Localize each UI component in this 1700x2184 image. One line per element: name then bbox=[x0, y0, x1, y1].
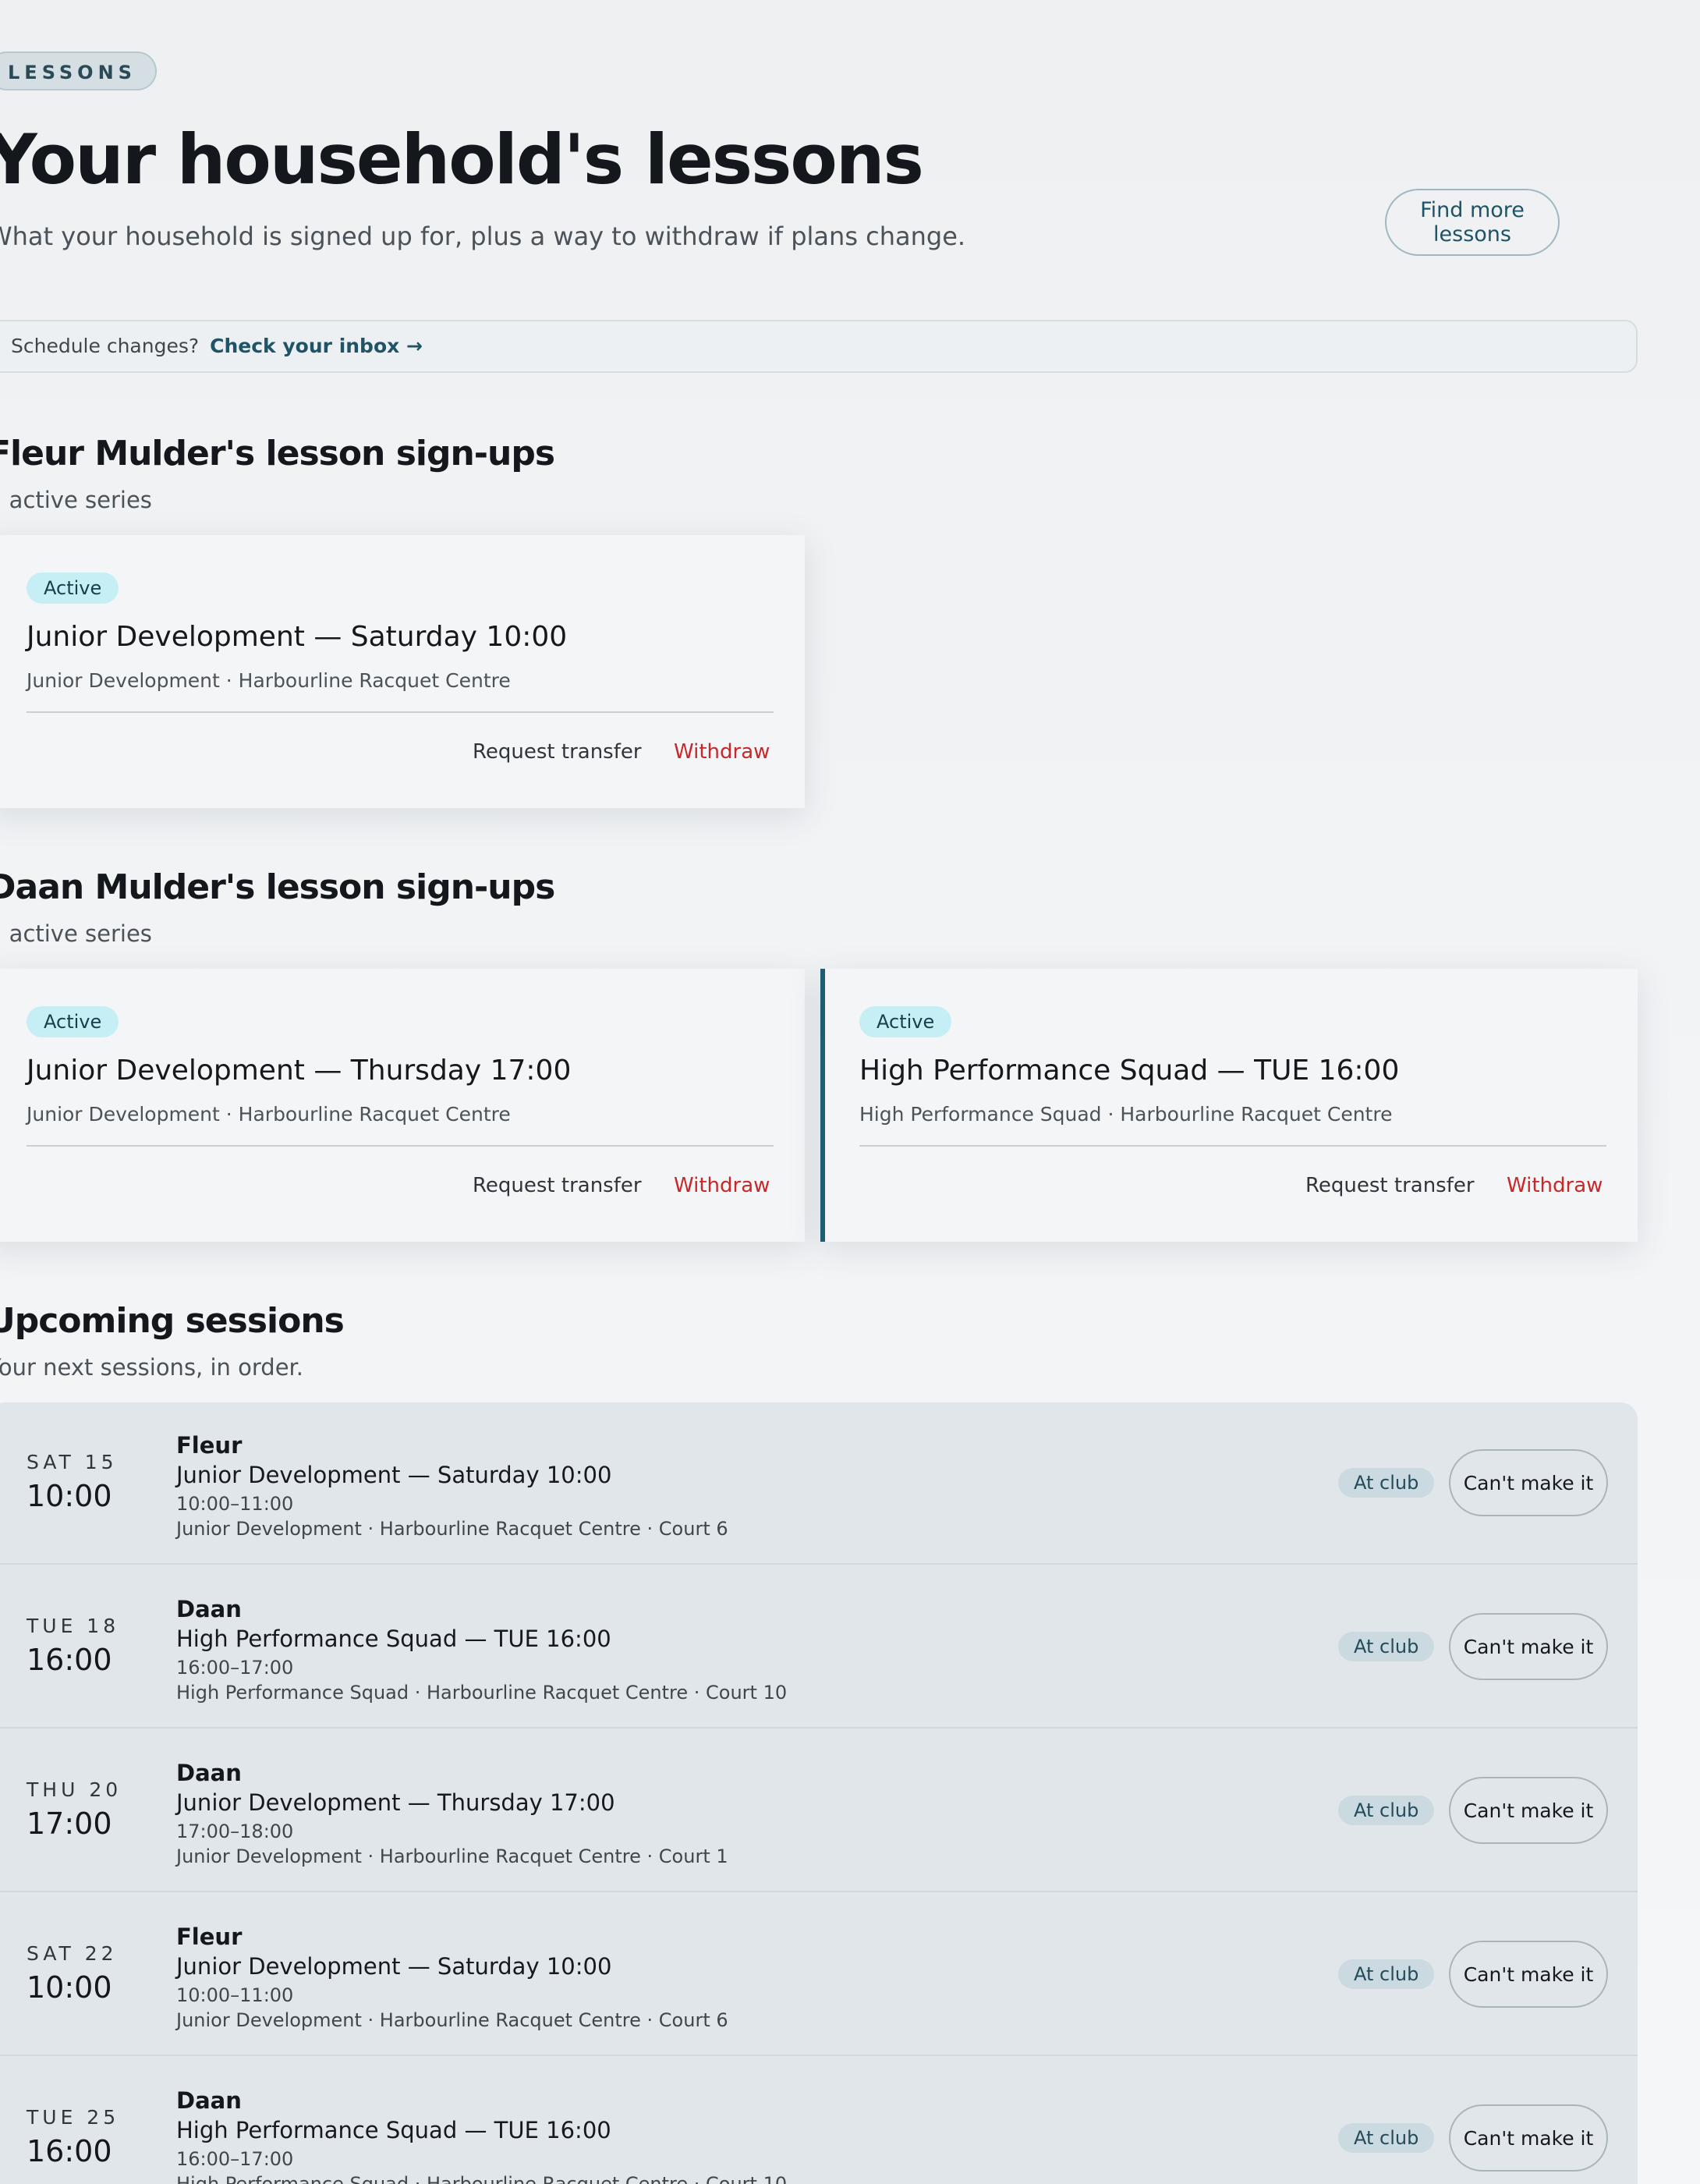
location-badge: At club bbox=[1338, 1796, 1435, 1825]
card-divider bbox=[27, 1145, 774, 1147]
cant-make-it-button[interactable]: Can't make it bbox=[1449, 2104, 1608, 2172]
schedule-notice-text: Schedule changes? bbox=[11, 335, 200, 357]
session-range: 17:00–18:00 bbox=[176, 1821, 294, 1842]
series-meta: Junior Development · Harbourline Racquet… bbox=[27, 1103, 511, 1126]
session-time: 10:00 bbox=[27, 1970, 112, 2005]
session-time: 16:00 bbox=[27, 2134, 112, 2168]
location-badge: At club bbox=[1338, 1959, 1435, 1989]
member-heading-daan: Daan Mulder's lesson sign-ups bbox=[0, 867, 555, 907]
series-card-highlighted: Active High Performance Squad — TUE 16:0… bbox=[820, 969, 1638, 1242]
session-lesson: Junior Development — Saturday 10:00 bbox=[176, 1953, 612, 1980]
cant-make-it-button[interactable]: Can't make it bbox=[1449, 1941, 1608, 2008]
series-meta: High Performance Squad · Harbourline Rac… bbox=[859, 1103, 1393, 1126]
request-transfer-button[interactable]: Request transfer bbox=[1301, 1173, 1479, 1198]
location-badge: At club bbox=[1338, 2123, 1435, 2153]
page-title: Your household's lessons bbox=[0, 119, 924, 200]
withdraw-button[interactable]: Withdraw bbox=[669, 739, 774, 764]
session-location: High Performance Squad · Harbourline Rac… bbox=[176, 2173, 788, 2184]
session-member: Daan bbox=[176, 1760, 242, 1786]
upcoming-subtitle: Your next sessions, in order. bbox=[0, 1354, 304, 1381]
session-member: Fleur bbox=[176, 1432, 243, 1459]
session-row: TUE 25 16:00 Daan High Performance Squad… bbox=[0, 2058, 1638, 2184]
request-transfer-button[interactable]: Request transfer bbox=[468, 739, 646, 764]
series-card: Active Junior Development — Saturday 10:… bbox=[0, 535, 805, 808]
session-member: Fleur bbox=[176, 1923, 243, 1950]
session-list: SAT 15 10:00 Fleur Junior Development — … bbox=[0, 1402, 1638, 2184]
withdraw-button[interactable]: Withdraw bbox=[1502, 1173, 1607, 1198]
session-location: High Performance Squad · Harbourline Rac… bbox=[176, 1682, 788, 1704]
session-location: Junior Development · Harbourline Racquet… bbox=[176, 1845, 728, 1867]
session-location: Junior Development · Harbourline Racquet… bbox=[176, 2009, 728, 2031]
series-title: High Performance Squad — TUE 16:00 bbox=[859, 1055, 1400, 1087]
session-range: 16:00–17:00 bbox=[176, 2148, 294, 2170]
check-inbox-link[interactable]: Check your inbox → bbox=[210, 335, 423, 357]
session-day: TUE 18 bbox=[27, 1615, 120, 1637]
location-badge: At club bbox=[1338, 1632, 1435, 1661]
upcoming-heading: Upcoming sessions bbox=[0, 1301, 345, 1341]
session-member: Daan bbox=[176, 2087, 242, 2114]
session-day: THU 20 bbox=[27, 1778, 122, 1801]
session-time: 10:00 bbox=[27, 1479, 112, 1513]
session-range: 10:00–11:00 bbox=[176, 1493, 294, 1515]
cant-make-it-button[interactable]: Can't make it bbox=[1449, 1449, 1608, 1516]
series-title: Junior Development — Saturday 10:00 bbox=[27, 621, 568, 653]
session-row: TUE 18 16:00 Daan High Performance Squad… bbox=[0, 1566, 1638, 1728]
session-day: TUE 25 bbox=[27, 2106, 120, 2129]
session-day: SAT 22 bbox=[27, 1942, 118, 1965]
withdraw-button[interactable]: Withdraw bbox=[669, 1173, 774, 1198]
session-range: 16:00–17:00 bbox=[176, 1657, 294, 1679]
series-card: Active Junior Development — Thursday 17:… bbox=[0, 969, 805, 1242]
session-location: Junior Development · Harbourline Racquet… bbox=[176, 1518, 728, 1540]
series-title: Junior Development — Thursday 17:00 bbox=[27, 1055, 572, 1087]
location-badge: At club bbox=[1338, 1468, 1435, 1498]
session-lesson: High Performance Squad — TUE 16:00 bbox=[176, 2117, 611, 2143]
status-badge: Active bbox=[27, 1006, 119, 1037]
session-range: 10:00–11:00 bbox=[176, 1984, 294, 2006]
session-member: Daan bbox=[176, 1596, 242, 1622]
section-eyebrow: LESSONS bbox=[0, 51, 157, 90]
card-divider bbox=[27, 711, 774, 713]
session-lesson: Junior Development — Saturday 10:00 bbox=[176, 1462, 612, 1488]
cant-make-it-button[interactable]: Can't make it bbox=[1449, 1613, 1608, 1680]
member-count-fleur: 1 active series bbox=[0, 487, 152, 513]
series-meta: Junior Development · Harbourline Racquet… bbox=[27, 669, 511, 692]
session-lesson: High Performance Squad — TUE 16:00 bbox=[176, 1626, 611, 1652]
status-badge: Active bbox=[859, 1006, 952, 1037]
session-lesson: Junior Development — Thursday 17:00 bbox=[176, 1789, 615, 1816]
find-more-lessons-button[interactable]: Find more lessons bbox=[1385, 189, 1560, 256]
session-time: 17:00 bbox=[27, 1806, 112, 1841]
session-row: SAT 15 10:00 Fleur Junior Development — … bbox=[0, 1402, 1638, 1565]
session-day: SAT 15 bbox=[27, 1451, 118, 1473]
card-divider bbox=[859, 1145, 1606, 1147]
schedule-notice: Schedule changes? Check your inbox → bbox=[0, 320, 1638, 373]
page-subtitle: What your household is signed up for, pl… bbox=[0, 222, 966, 251]
member-count-daan: 2 active series bbox=[0, 920, 152, 947]
session-row: SAT 22 10:00 Fleur Junior Development — … bbox=[0, 1894, 1638, 2056]
cant-make-it-button[interactable]: Can't make it bbox=[1449, 1777, 1608, 1844]
session-time: 16:00 bbox=[27, 1643, 112, 1677]
status-badge: Active bbox=[27, 573, 119, 604]
member-heading-fleur: Fleur Mulder's lesson sign-ups bbox=[0, 434, 555, 473]
request-transfer-button[interactable]: Request transfer bbox=[468, 1173, 646, 1198]
session-row: THU 20 17:00 Daan Junior Development — T… bbox=[0, 1730, 1638, 1892]
